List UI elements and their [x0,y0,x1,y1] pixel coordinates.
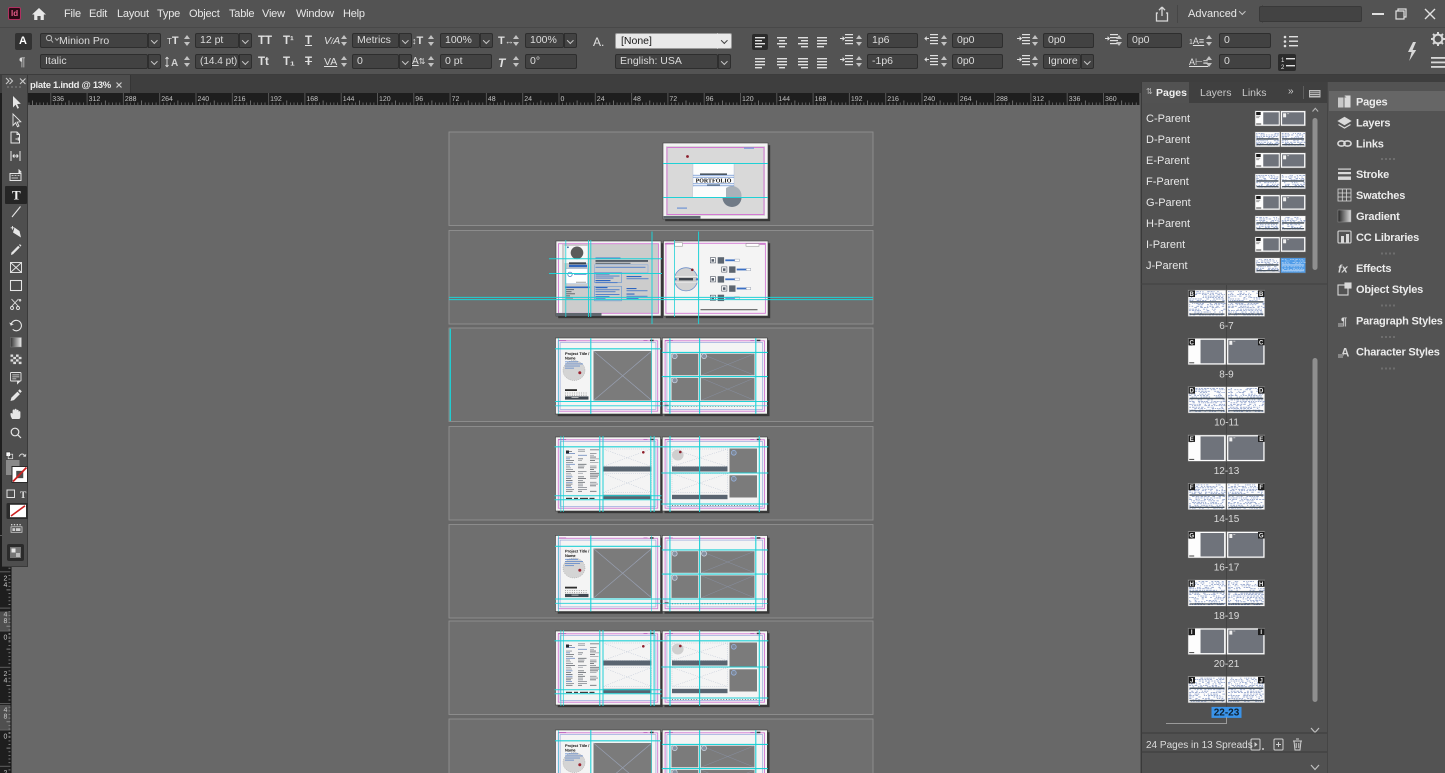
svg-text:6-7: 6-7 [1219,321,1234,332]
svg-text:D: D [1190,389,1195,395]
svg-text:E-Parent: E-Parent [1146,155,1189,167]
svg-text:Stroke: Stroke [1356,169,1389,181]
svg-text:B: B [1190,292,1195,298]
svg-text:F-Parent: F-Parent [1146,176,1189,188]
svg-text:Object Styles: Object Styles [1356,284,1423,296]
svg-text:Layers: Layers [1356,118,1390,130]
svg-text:14-15: 14-15 [1214,514,1240,525]
svg-text:120: 120 [742,96,754,103]
svg-text:H: H [1259,582,1263,588]
svg-text:24 Pages in 13 Spreads: 24 Pages in 13 Spreads [1146,740,1253,751]
svg-text:Effects: Effects [1356,263,1391,275]
svg-text:8: 8 [4,618,8,625]
svg-text:D-Parent: D-Parent [1146,134,1190,146]
svg-text:G: G [1189,534,1194,540]
svg-text:E: E [1190,437,1194,443]
svg-text:Gradient: Gradient [1356,211,1400,223]
svg-text:360: 360 [1105,96,1117,103]
svg-text:4: 4 [4,677,8,684]
svg-text:D: D [1259,389,1264,395]
svg-text:144: 144 [778,96,790,103]
svg-text:8: 8 [4,714,8,721]
svg-text:96: 96 [415,96,423,103]
svg-text:Name: Name [565,748,576,753]
svg-text:96: 96 [706,96,714,103]
svg-text:C: C [1190,340,1195,346]
svg-text:24: 24 [597,96,605,103]
svg-text:264: 264 [960,96,972,103]
svg-text:Name: Name [565,356,576,361]
svg-text:18-19: 18-19 [1214,611,1240,622]
svg-text:C-Parent: C-Parent [1146,113,1190,125]
svg-text:240: 240 [198,96,210,103]
svg-text:0: 0 [4,635,8,642]
svg-text:48: 48 [488,96,496,103]
svg-text:Links: Links [1356,139,1384,151]
svg-text:Name: Name [565,553,576,558]
svg-text:288: 288 [125,96,137,103]
svg-text:0: 0 [561,96,565,103]
svg-text:J: J [1260,678,1263,684]
svg-text:8-9: 8-9 [1219,369,1234,380]
svg-text:C: C [1259,340,1264,346]
svg-text:20-21: 20-21 [1214,659,1240,670]
svg-text:216: 216 [234,96,246,103]
svg-text:I-Parent: I-Parent [1146,239,1185,251]
svg-text:168: 168 [306,96,318,103]
svg-text:0: 0 [4,734,8,741]
svg-text:Pages: Pages [1356,97,1387,109]
svg-text:72: 72 [452,96,460,103]
svg-text:PORTFOLIO: PORTFOLIO [696,179,732,185]
svg-text:264: 264 [161,96,173,103]
svg-text:144: 144 [343,96,355,103]
svg-text:24: 24 [524,96,532,103]
svg-text:192: 192 [270,96,282,103]
svg-text:J-Parent: J-Parent [1146,260,1188,272]
svg-text:336: 336 [1069,96,1081,103]
svg-text:12-13: 12-13 [1214,466,1240,477]
svg-text:J: J [1190,678,1193,684]
svg-text:192: 192 [851,96,863,103]
svg-text:H: H [1190,582,1194,588]
svg-text:4: 4 [4,582,8,589]
svg-text:216: 216 [887,96,899,103]
svg-text:48: 48 [633,96,641,103]
svg-text:312: 312 [1032,96,1044,103]
svg-text:F: F [1259,485,1263,491]
svg-text:Paragraph Styles: Paragraph Styles [1356,316,1443,328]
svg-text:T: T [20,491,27,501]
svg-text:fx: fx [1338,264,1349,276]
svg-text:G: G [1259,534,1264,540]
svg-text:240: 240 [924,96,936,103]
svg-text:Swatches: Swatches [1356,190,1405,202]
svg-text:H-Parent: H-Parent [1146,218,1190,230]
svg-text:120: 120 [379,96,391,103]
svg-text:CC Libraries: CC Libraries [1356,232,1419,244]
svg-text:312: 312 [89,96,101,103]
svg-text:16-17: 16-17 [1214,563,1240,574]
svg-text:288: 288 [996,96,1008,103]
svg-text:F: F [1190,485,1194,491]
svg-text:22-23: 22-23 [1214,707,1240,718]
svg-text:Character Styles: Character Styles [1356,347,1440,359]
svg-text:G-Parent: G-Parent [1146,197,1191,209]
svg-text:168: 168 [815,96,827,103]
svg-text:T: T [12,188,21,203]
svg-text:A: A [171,58,178,69]
svg-text:336: 336 [52,96,64,103]
svg-text:B: B [1259,292,1264,298]
svg-text:E: E [1259,437,1263,443]
svg-text:10-11: 10-11 [1214,418,1239,429]
svg-text:72: 72 [669,96,677,103]
